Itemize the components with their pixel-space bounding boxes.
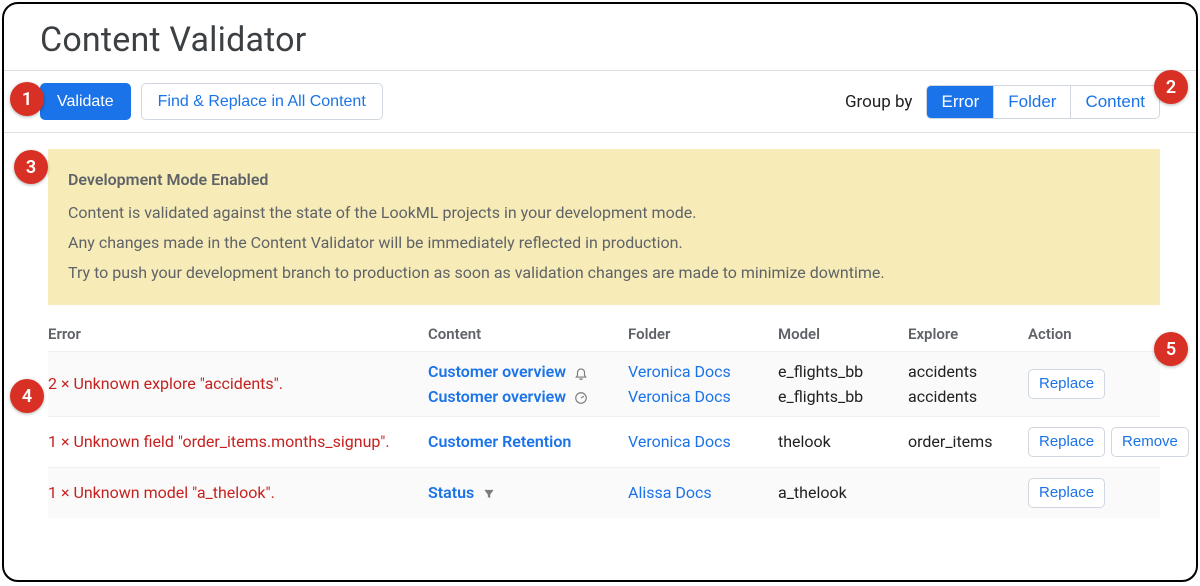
notice-title: Development Mode Enabled	[68, 165, 1140, 195]
gauge-icon	[574, 391, 588, 405]
content-link[interactable]: Customer overview	[428, 387, 566, 406]
content-link[interactable]: Status	[428, 483, 474, 502]
explore-text: order_items	[908, 432, 1028, 451]
content-link[interactable]: Customer overview	[428, 362, 566, 381]
col-explore: Explore	[908, 325, 1028, 343]
table-row: 2 × Unknown explore "accidents". Custome…	[48, 351, 1160, 416]
model-text: thelook	[778, 432, 908, 451]
find-replace-button[interactable]: Find & Replace in All Content	[141, 83, 383, 120]
content-link[interactable]: Customer Retention	[428, 432, 571, 451]
toolbar: Validate Find & Replace in All Content G…	[4, 70, 1196, 133]
error-text: 1 × Unknown field "order_items.months_si…	[48, 432, 428, 451]
folder-link[interactable]: Alissa Docs	[628, 483, 712, 502]
group-by-error[interactable]: Error	[927, 86, 994, 118]
filter-icon	[482, 487, 496, 501]
validate-button[interactable]: Validate	[40, 83, 131, 120]
notice-line: Content is validated against the state o…	[68, 198, 1140, 228]
table-row: 1 × Unknown model "a_thelook". Status Al…	[48, 467, 1160, 518]
explore-text: accidents	[908, 362, 1028, 381]
remove-button[interactable]: Remove	[1111, 427, 1189, 457]
replace-button[interactable]: Replace	[1028, 369, 1105, 399]
error-text: 2 × Unknown explore "accidents".	[48, 374, 428, 393]
folder-link[interactable]: Veronica Docs	[628, 362, 778, 381]
callout-2: 2	[1154, 70, 1188, 104]
col-model: Model	[778, 325, 908, 343]
col-content: Content	[428, 325, 628, 343]
model-text: e_flights_bb	[778, 362, 908, 381]
folder-link[interactable]: Veronica Docs	[628, 432, 731, 451]
col-error: Error	[48, 325, 428, 343]
col-action: Action	[1028, 325, 1168, 343]
model-text: a_thelook	[778, 483, 908, 502]
model-text: e_flights_bb	[778, 387, 908, 406]
folder-link[interactable]: Veronica Docs	[628, 387, 778, 406]
notice-line: Try to push your development branch to p…	[68, 258, 1140, 288]
notice-line: Any changes made in the Content Validato…	[68, 228, 1140, 258]
replace-button[interactable]: Replace	[1028, 427, 1105, 457]
table-row: 1 × Unknown field "order_items.months_si…	[48, 416, 1160, 467]
table-header: Error Content Folder Model Explore Actio…	[48, 319, 1160, 351]
group-by-folder[interactable]: Folder	[994, 86, 1071, 118]
group-by-content[interactable]: Content	[1071, 86, 1159, 118]
bell-icon	[574, 366, 588, 380]
dev-mode-notice: Development Mode Enabled Content is vali…	[48, 149, 1160, 305]
explore-text: accidents	[908, 387, 1028, 406]
group-by-label: Group by	[845, 92, 913, 112]
callout-3: 3	[14, 150, 48, 184]
callout-5: 5	[1154, 332, 1188, 366]
callout-1: 1	[10, 82, 44, 116]
replace-button[interactable]: Replace	[1028, 478, 1105, 508]
error-text: 1 × Unknown model "a_thelook".	[48, 483, 428, 502]
col-folder: Folder	[628, 325, 778, 343]
errors-table: Error Content Folder Model Explore Actio…	[48, 319, 1160, 518]
callout-4: 4	[10, 379, 44, 413]
page-title: Content Validator	[4, 4, 1196, 70]
group-by-segmented: Error Folder Content	[926, 85, 1160, 119]
